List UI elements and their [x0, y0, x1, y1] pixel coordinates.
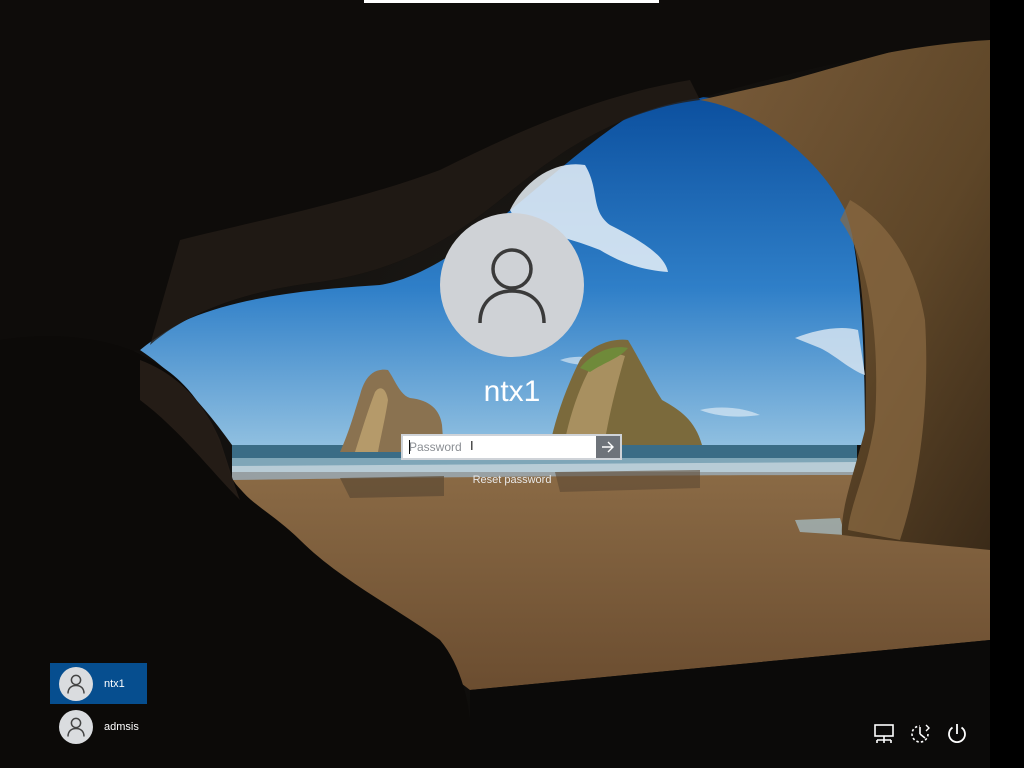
- network-button[interactable]: [870, 720, 898, 748]
- top-window-strip: [364, 0, 659, 3]
- power-icon: [948, 724, 966, 744]
- password-input[interactable]: [403, 436, 596, 458]
- ibeam-cursor-icon: I: [470, 438, 474, 453]
- password-box: I: [401, 434, 622, 460]
- user-switch-label: admsis: [104, 720, 139, 733]
- network-icon: [874, 724, 894, 743]
- username-label: ntx1: [483, 375, 541, 408]
- submit-button[interactable]: [596, 436, 620, 458]
- user-switch-item-ntx1[interactable]: ntx1: [50, 663, 147, 704]
- user-switch-label: ntx1: [104, 677, 125, 690]
- user-switch-item-admsis[interactable]: admsis: [50, 706, 147, 747]
- user-avatar-small: [59, 666, 93, 701]
- reset-password-link[interactable]: Reset password: [412, 473, 612, 487]
- text-caret: [409, 440, 410, 454]
- arrow-right-icon: [602, 441, 614, 453]
- ease-of-access-icon: [911, 724, 930, 743]
- user-avatar-small: [59, 709, 93, 744]
- user-icon: [478, 248, 546, 324]
- user-icon: [67, 674, 85, 694]
- power-button[interactable]: [943, 720, 971, 748]
- user-icon: [67, 717, 85, 737]
- ease-of-access-button[interactable]: [906, 720, 934, 748]
- user-avatar-large: [440, 213, 584, 357]
